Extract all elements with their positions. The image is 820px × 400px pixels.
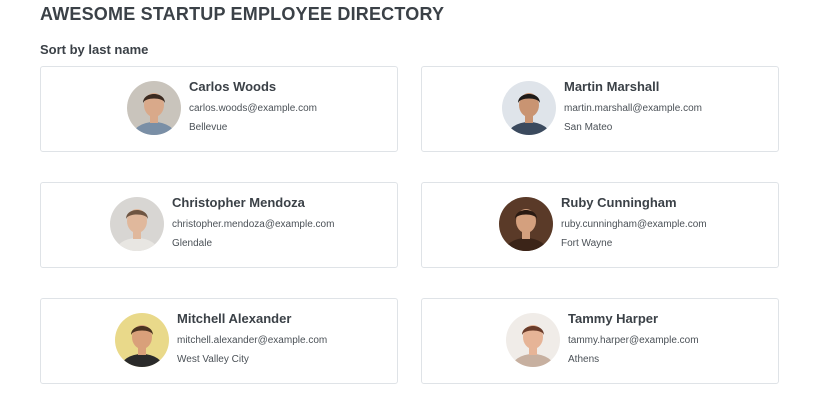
employee-card-content: Christopher Mendoza christopher.mendoza@… — [110, 195, 335, 251]
employee-name: Martin Marshall — [564, 79, 660, 94]
page-title: AWESOME STARTUP EMPLOYEE DIRECTORY — [40, 4, 445, 24]
employee-card[interactable]: Christopher Mendoza christopher.mendoza@… — [40, 182, 398, 268]
sort-by-last-name-button[interactable]: Sort by last name — [40, 42, 148, 57]
employee-city: Fort Wayne — [561, 238, 613, 249]
employee-name: Tammy Harper — [568, 311, 659, 326]
employee-avatar — [506, 313, 560, 367]
employee-email: mitchell.alexander@example.com — [177, 335, 328, 346]
employee-info: Carlos Woods carlos.woods@example.com Be… — [189, 79, 317, 135]
employee-name: Carlos Woods — [189, 79, 277, 94]
employee-card[interactable]: Mitchell Alexander mitchell.alexander@ex… — [40, 298, 398, 384]
employee-card[interactable]: Martin Marshall martin.marshall@example.… — [421, 66, 779, 152]
employee-name: Ruby Cunningham — [561, 195, 677, 210]
person-photo-icon — [127, 81, 181, 135]
employee-name: Christopher Mendoza — [172, 195, 305, 210]
person-photo-icon — [506, 313, 560, 367]
employee-email: carlos.woods@example.com — [189, 103, 317, 114]
person-photo-icon — [499, 197, 553, 251]
employee-name: Mitchell Alexander — [177, 311, 292, 326]
employee-info: Mitchell Alexander mitchell.alexander@ex… — [177, 311, 328, 367]
employee-avatar — [127, 81, 181, 135]
employee-avatar — [115, 313, 169, 367]
person-photo-icon — [110, 197, 164, 251]
employee-card-content: Carlos Woods carlos.woods@example.com Be… — [127, 79, 317, 135]
employee-info: Ruby Cunningham ruby.cunningham@example.… — [561, 195, 707, 251]
employee-city: Bellevue — [189, 122, 228, 133]
employee-city: Athens — [568, 354, 600, 365]
person-photo-icon — [502, 81, 556, 135]
employee-info: Tammy Harper tammy.harper@example.com At… — [568, 311, 699, 367]
employee-email: ruby.cunningham@example.com — [561, 219, 707, 230]
employee-info: Martin Marshall martin.marshall@example.… — [564, 79, 702, 135]
employee-email: tammy.harper@example.com — [568, 335, 699, 346]
employee-card[interactable]: Ruby Cunningham ruby.cunningham@example.… — [421, 182, 779, 268]
employee-card[interactable]: Carlos Woods carlos.woods@example.com Be… — [40, 66, 398, 152]
person-photo-icon — [115, 313, 169, 367]
employee-avatar — [110, 197, 164, 251]
employee-card-content: Mitchell Alexander mitchell.alexander@ex… — [115, 311, 328, 367]
employee-avatar — [499, 197, 553, 251]
employee-city: West Valley City — [177, 354, 249, 365]
employee-card[interactable]: Tammy Harper tammy.harper@example.com At… — [421, 298, 779, 384]
employee-email: martin.marshall@example.com — [564, 103, 702, 114]
employee-email: christopher.mendoza@example.com — [172, 219, 335, 230]
employee-card-content: Ruby Cunningham ruby.cunningham@example.… — [499, 195, 707, 251]
employee-info: Christopher Mendoza christopher.mendoza@… — [172, 195, 335, 251]
employee-directory-page: AWESOME STARTUP EMPLOYEE DIRECTORY Sort … — [0, 0, 820, 400]
employee-city: San Mateo — [564, 122, 613, 133]
employee-avatar — [502, 81, 556, 135]
employee-card-content: Tammy Harper tammy.harper@example.com At… — [506, 311, 699, 367]
employee-card-content: Martin Marshall martin.marshall@example.… — [502, 79, 702, 135]
employee-city: Glendale — [172, 238, 213, 249]
